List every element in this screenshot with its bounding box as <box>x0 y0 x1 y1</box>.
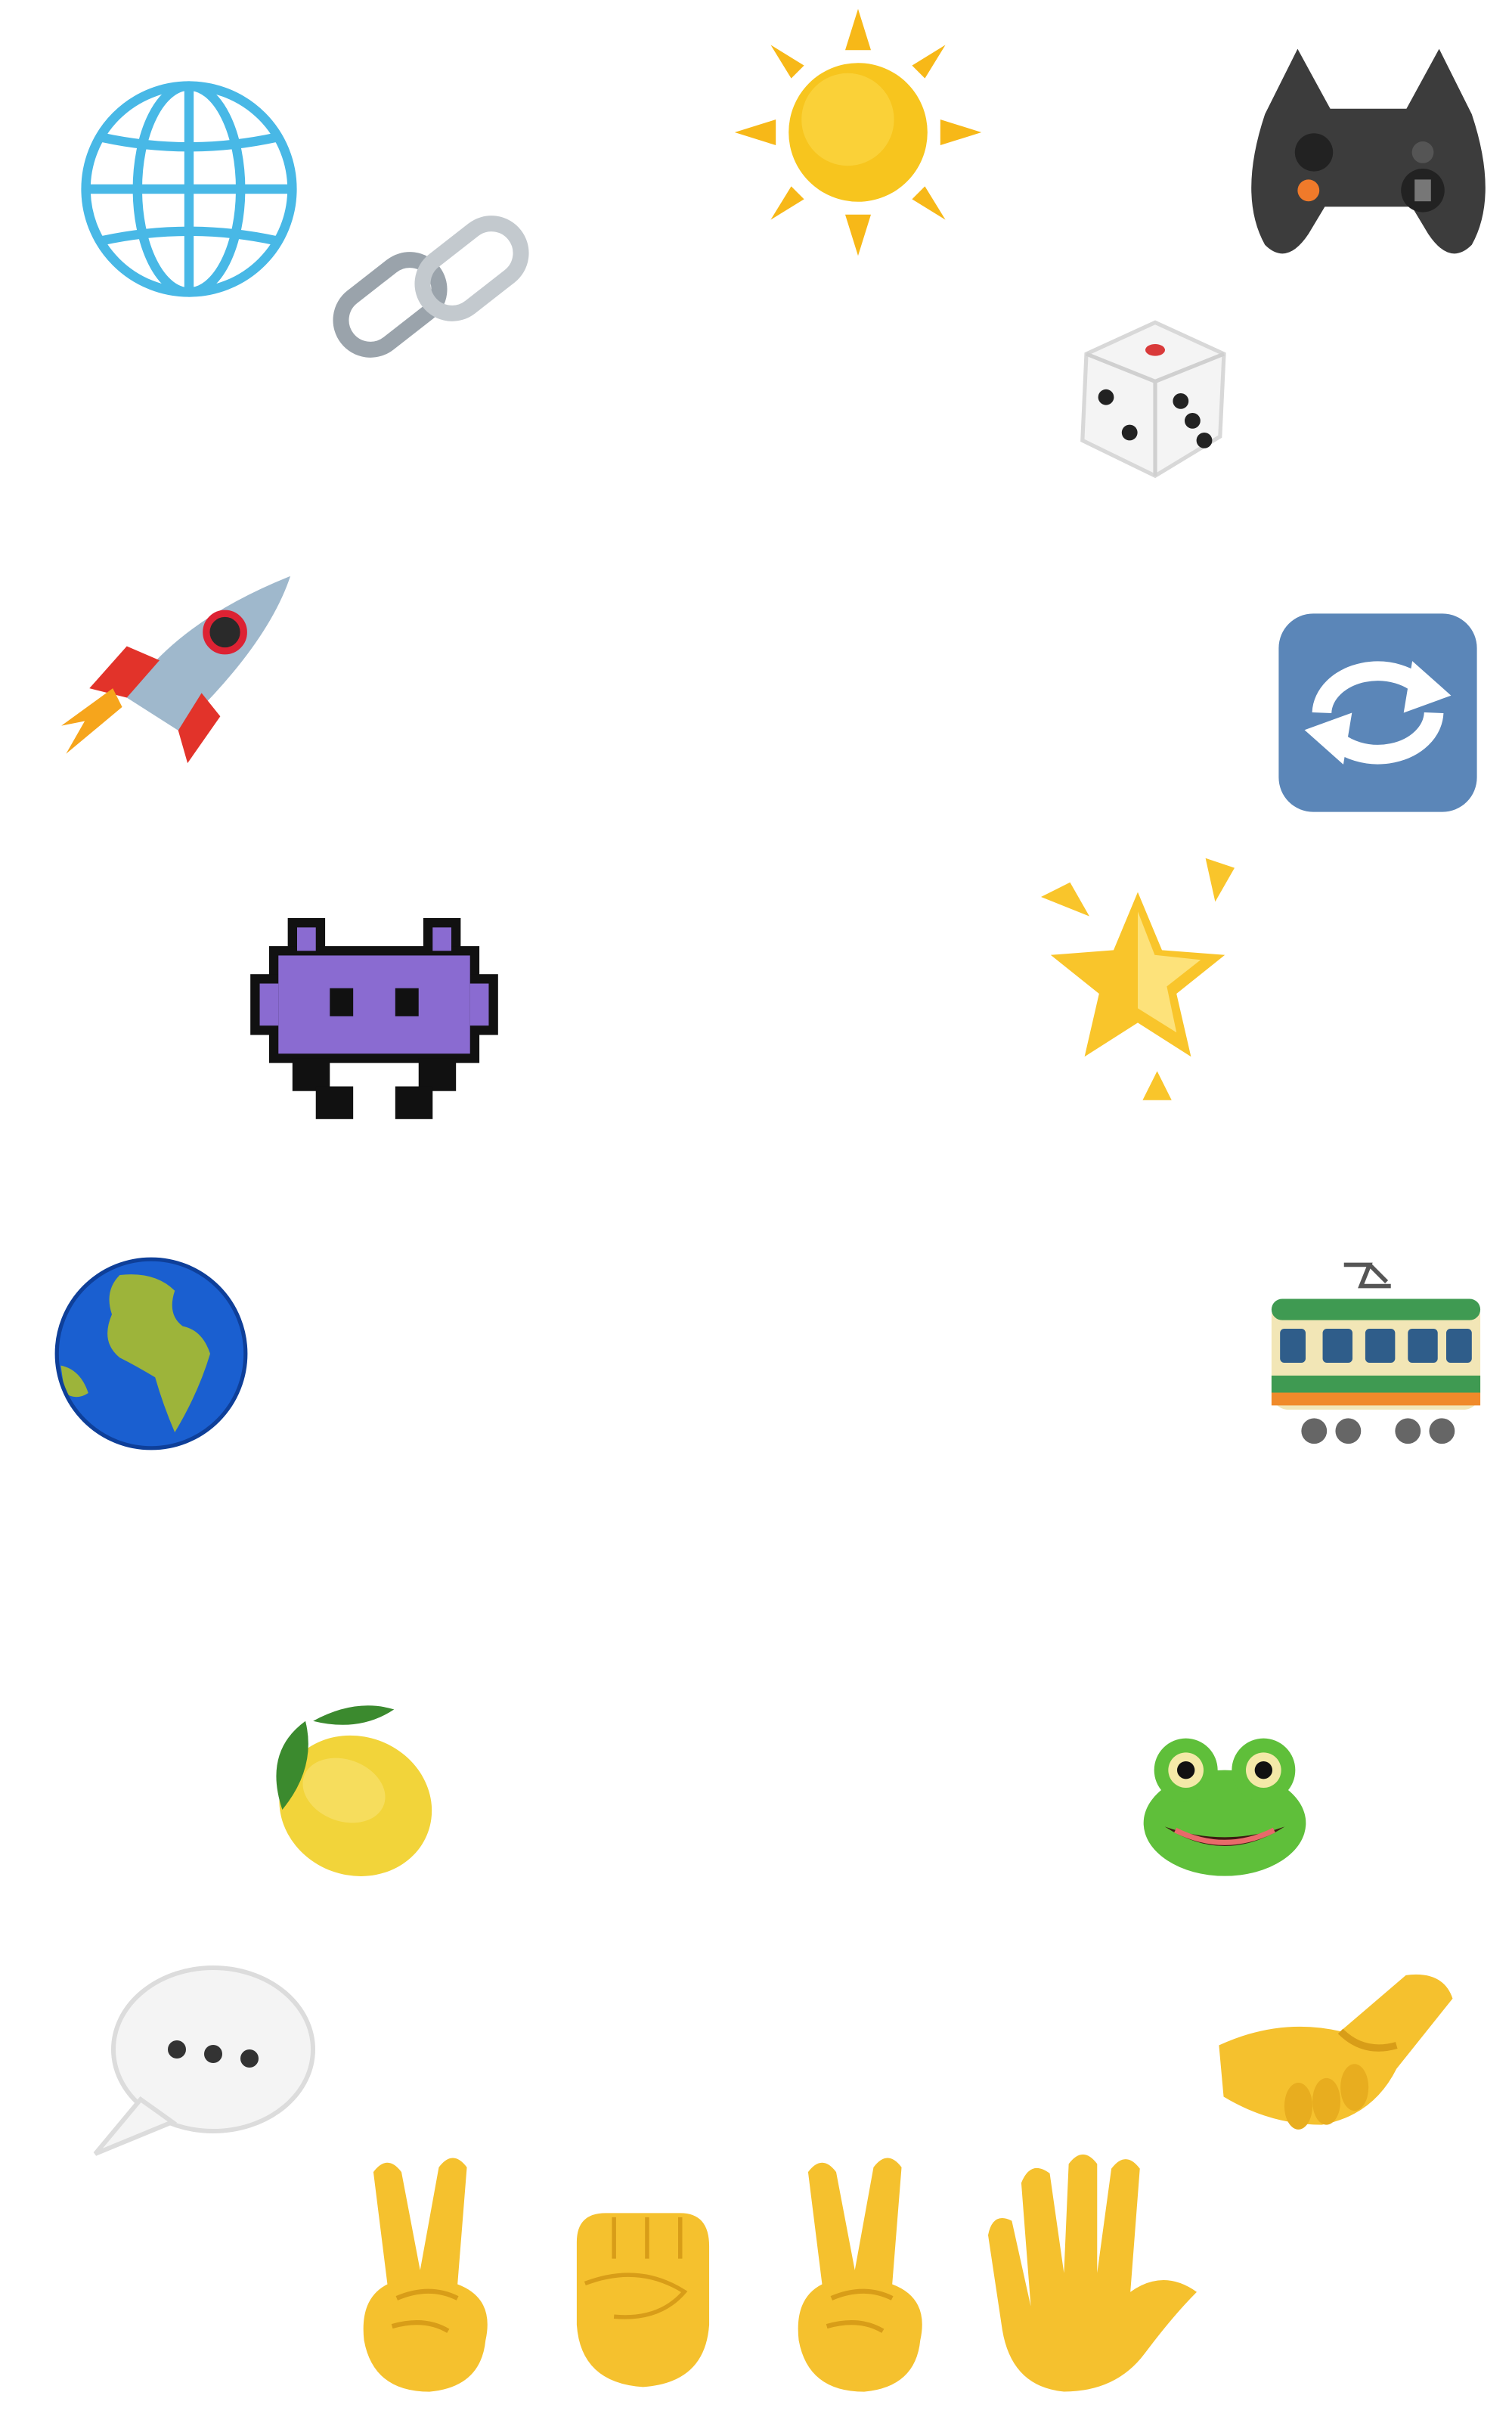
sun-icon <box>730 4 987 261</box>
video-game-controller-icon <box>1232 30 1504 280</box>
vulcan-salute-icon <box>971 2140 1213 2401</box>
lemon-icon <box>246 1694 442 1887</box>
counterclockwise-arrows-button-icon <box>1270 605 1486 821</box>
victory-hand-icon <box>344 2144 510 2401</box>
glowing-star-icon <box>1017 847 1259 1104</box>
globe-europe-africa-icon <box>53 1255 249 1452</box>
game-die-icon <box>1047 295 1244 492</box>
globe-with-meridians-icon <box>72 72 306 306</box>
rocket-icon <box>57 552 314 764</box>
alien-monster-icon <box>246 900 503 1142</box>
tram-car-icon <box>1259 1255 1493 1460</box>
raised-fist-icon <box>556 2201 722 2397</box>
link-icon <box>314 189 548 393</box>
speech-balloon-icon <box>87 1959 321 2163</box>
handshake-icon <box>1210 1951 1467 2163</box>
victory-hand-icon <box>779 2144 945 2401</box>
frog-icon <box>1134 1724 1315 1883</box>
